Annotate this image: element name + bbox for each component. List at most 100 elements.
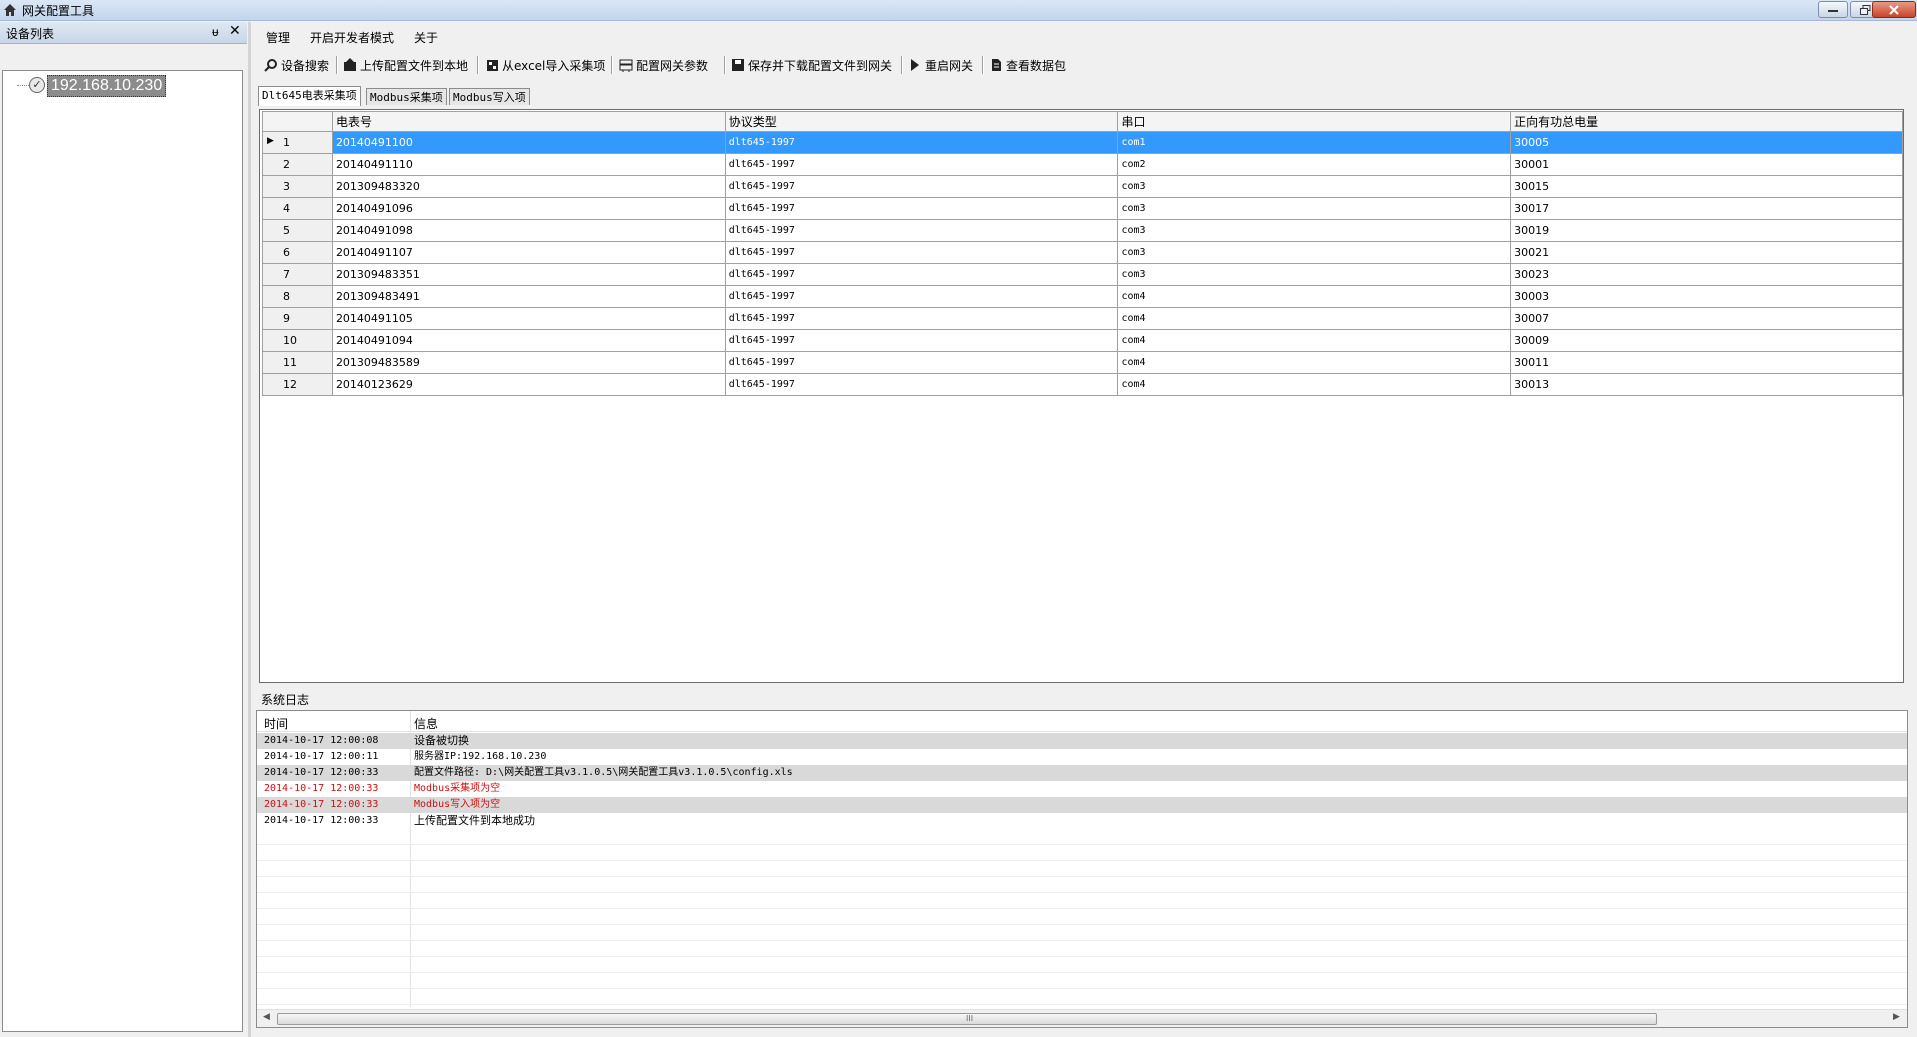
row-header[interactable]: 3 xyxy=(262,175,333,198)
cell-port[interactable]: com4 xyxy=(1117,329,1512,352)
cell-meter[interactable]: 20140491105 xyxy=(331,307,726,330)
cell-energy[interactable]: 30003 xyxy=(1510,285,1903,308)
cell-port[interactable]: com1 xyxy=(1117,131,1512,154)
row-header[interactable]: 10 xyxy=(262,329,333,352)
cell-port[interactable]: com3 xyxy=(1117,241,1512,264)
column-header-meter[interactable]: 电表号 xyxy=(331,111,726,132)
table-row[interactable]: 4 20140491096 dlt645-1997 com3 30017 xyxy=(262,197,1903,220)
table-row[interactable]: ▶ 1 20140491100 dlt645-1997 com1 30005 xyxy=(262,131,1903,154)
cell-protocol[interactable]: dlt645-1997 xyxy=(724,351,1119,374)
cell-port[interactable]: com3 xyxy=(1117,219,1512,242)
cell-protocol[interactable]: dlt645-1997 xyxy=(724,131,1119,154)
cell-energy[interactable]: 30005 xyxy=(1510,131,1903,154)
table-row[interactable]: 3 201309483320 dlt645-1997 com3 30015 xyxy=(262,175,1903,198)
menu-about[interactable]: 关于 xyxy=(414,29,438,46)
cell-protocol[interactable]: dlt645-1997 xyxy=(724,241,1119,264)
cell-meter[interactable]: 20140123629 xyxy=(331,373,726,396)
cell-meter[interactable]: 20140491094 xyxy=(331,329,726,352)
cell-protocol[interactable]: dlt645-1997 xyxy=(724,329,1119,352)
cell-meter[interactable]: 20140491098 xyxy=(331,219,726,242)
cell-energy[interactable]: 30013 xyxy=(1510,373,1903,396)
cell-meter[interactable]: 201309483320 xyxy=(331,175,726,198)
row-header[interactable]: 7 xyxy=(262,263,333,286)
table-row[interactable]: 2 20140491110 dlt645-1997 com2 30001 xyxy=(262,153,1903,176)
log-entry[interactable]: 2014-10-17 12:00:33 配置文件路径: D:\网关配置工具v3.1… xyxy=(257,765,1907,781)
cell-port[interactable]: com4 xyxy=(1117,351,1512,374)
cell-port[interactable]: com4 xyxy=(1117,307,1512,330)
row-header[interactable]: 6 xyxy=(262,241,333,264)
table-row[interactable]: 11 201309483589 dlt645-1997 com4 30011 xyxy=(262,351,1903,374)
row-header[interactable]: 4 xyxy=(262,197,333,220)
cell-meter[interactable]: 20140491096 xyxy=(331,197,726,220)
row-header[interactable]: 9 xyxy=(262,307,333,330)
tab-dlt645[interactable]: Dlt645电表采集项 xyxy=(258,86,361,106)
cell-energy[interactable]: 30007 xyxy=(1510,307,1903,330)
row-header[interactable]: 8 xyxy=(262,285,333,308)
log-entry[interactable]: 2014-10-17 12:00:08 设备被切换 xyxy=(257,733,1907,749)
cell-port[interactable]: com4 xyxy=(1117,373,1512,396)
table-row[interactable]: 10 20140491094 dlt645-1997 com4 30009 xyxy=(262,329,1903,352)
cell-protocol[interactable]: dlt645-1997 xyxy=(724,285,1119,308)
cell-meter[interactable]: 201309483351 xyxy=(331,263,726,286)
cell-energy[interactable]: 30021 xyxy=(1510,241,1903,264)
cell-protocol[interactable]: dlt645-1997 xyxy=(724,175,1119,198)
cell-energy[interactable]: 30009 xyxy=(1510,329,1903,352)
table-row[interactable]: 12 20140123629 dlt645-1997 com4 30013 xyxy=(262,373,1903,396)
cell-protocol[interactable]: dlt645-1997 xyxy=(724,307,1119,330)
horizontal-scrollbar[interactable]: ◀ III ▶ xyxy=(257,1009,1907,1027)
cell-port[interactable]: com4 xyxy=(1117,285,1512,308)
cell-protocol[interactable]: dlt645-1997 xyxy=(724,219,1119,242)
scroll-right-icon[interactable]: ▶ xyxy=(1893,1012,1900,1022)
table-row[interactable]: 5 20140491098 dlt645-1997 com3 30019 xyxy=(262,219,1903,242)
view-packets-button[interactable]: 查看数据包 xyxy=(989,56,1066,74)
restart-gateway-button[interactable]: 重启网关 xyxy=(908,56,973,74)
table-row[interactable]: 8 201309483491 dlt645-1997 com4 30003 xyxy=(262,285,1903,308)
cell-meter[interactable]: 201309483491 xyxy=(331,285,726,308)
upload-config-button[interactable]: 上传配置文件到本地 xyxy=(343,56,468,74)
column-header-port[interactable]: 串口 xyxy=(1117,111,1512,132)
column-header-energy[interactable]: 正向有功总电量 xyxy=(1510,111,1903,132)
cell-meter[interactable]: 20140491100 xyxy=(331,131,726,154)
panel-splitter[interactable] xyxy=(248,22,251,1037)
cell-protocol[interactable]: dlt645-1997 xyxy=(724,373,1119,396)
table-row[interactable]: 6 20140491107 dlt645-1997 com3 30021 xyxy=(262,241,1903,264)
minimize-button[interactable] xyxy=(1818,1,1848,18)
tab-modbus-write[interactable]: Modbus写入项 xyxy=(449,88,530,105)
log-entry[interactable]: 2014-10-17 12:00:33 Modbus采集项为空 xyxy=(257,781,1907,797)
row-header[interactable]: ▶ 1 xyxy=(262,131,333,154)
pin-icon[interactable]: ᵾ xyxy=(212,25,219,39)
row-header[interactable]: 11 xyxy=(262,351,333,374)
save-download-button[interactable]: 保存并下载配置文件到网关 xyxy=(731,56,892,74)
cell-protocol[interactable]: dlt645-1997 xyxy=(724,263,1119,286)
log-entry[interactable]: 2014-10-17 12:00:33 Modbus写入项为空 xyxy=(257,797,1907,813)
device-search-button[interactable]: 设备搜索 xyxy=(264,56,329,74)
log-entry[interactable]: 2014-10-17 12:00:33 上传配置文件到本地成功 xyxy=(257,813,1907,829)
log-column-info[interactable]: 信息 xyxy=(414,715,438,732)
row-header[interactable]: 5 xyxy=(262,219,333,242)
menu-manage[interactable]: 管理 xyxy=(266,29,290,46)
cell-energy[interactable]: 30001 xyxy=(1510,153,1903,176)
cell-energy[interactable]: 30011 xyxy=(1510,351,1903,374)
cell-energy[interactable]: 30023 xyxy=(1510,263,1903,286)
tab-modbus-collect[interactable]: Modbus采集项 xyxy=(366,88,447,105)
log-column-time[interactable]: 时间 xyxy=(264,715,288,732)
cell-port[interactable]: com3 xyxy=(1117,263,1512,286)
cell-meter[interactable]: 20140491110 xyxy=(331,153,726,176)
menu-developer-mode[interactable]: 开启开发者模式 xyxy=(310,29,394,46)
scrollbar-thumb[interactable]: III xyxy=(277,1013,1657,1025)
row-header[interactable]: 2 xyxy=(262,153,333,176)
cell-energy[interactable]: 30017 xyxy=(1510,197,1903,220)
close-button[interactable] xyxy=(1872,1,1916,18)
cell-port[interactable]: com3 xyxy=(1117,197,1512,220)
scroll-left-icon[interactable]: ◀ xyxy=(263,1012,270,1022)
row-header[interactable]: 12 xyxy=(262,373,333,396)
cell-port[interactable]: com3 xyxy=(1117,175,1512,198)
cell-protocol[interactable]: dlt645-1997 xyxy=(724,153,1119,176)
cell-energy[interactable]: 30019 xyxy=(1510,219,1903,242)
cell-meter[interactable]: 20140491107 xyxy=(331,241,726,264)
panel-close-icon[interactable]: ✕ xyxy=(229,23,241,39)
cell-energy[interactable]: 30015 xyxy=(1510,175,1903,198)
table-row[interactable]: 7 201309483351 dlt645-1997 com3 30023 xyxy=(262,263,1903,286)
config-gateway-button[interactable]: 配置网关参数 xyxy=(619,56,708,74)
column-header-protocol[interactable]: 协议类型 xyxy=(724,111,1119,132)
